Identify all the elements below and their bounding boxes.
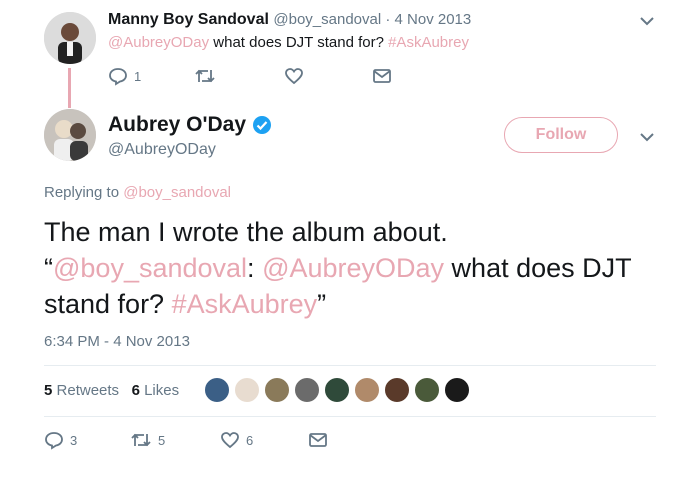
avatar-manny-boy-sandoval[interactable] — [44, 12, 96, 64]
avatar-photo-icon — [44, 109, 96, 161]
avatar-aubrey-oday[interactable] — [44, 109, 96, 161]
chevron-down-icon[interactable] — [638, 128, 656, 146]
close-quote: ” — [317, 289, 327, 319]
reply-button[interactable]: 3 — [44, 430, 77, 450]
reply-actions-bar: 1 — [108, 66, 408, 88]
replying-to-link[interactable]: @boy_sandoval — [123, 184, 231, 201]
tweet-colon: : — [247, 253, 263, 283]
thread-connector-line — [68, 68, 71, 108]
reply-count: 1 — [134, 68, 142, 84]
reply-mention-link[interactable]: @AubreyODay — [108, 34, 209, 51]
retweets-label: Retweets — [56, 382, 120, 399]
tweet-mention-aubreyoday[interactable]: @AubreyODay — [262, 253, 444, 283]
reply-icon — [45, 432, 63, 450]
replying-to: Replying to @boy_sandoval — [44, 184, 231, 201]
likers-avatars — [204, 377, 470, 403]
reply-icon — [109, 68, 127, 86]
chevron-down-icon[interactable] — [638, 12, 656, 30]
retweet-button[interactable]: 5 — [130, 430, 165, 450]
retweet-icon — [195, 69, 215, 83]
liker-avatar[interactable] — [324, 377, 350, 403]
main-handle[interactable]: @AubreyODay — [108, 141, 216, 159]
reply-button[interactable]: 1 — [108, 66, 141, 86]
liker-avatar[interactable] — [414, 377, 440, 403]
main-author-name[interactable]: Aubrey O'Day — [108, 113, 246, 137]
liker-avatar[interactable] — [264, 377, 290, 403]
open-quote: “ — [44, 253, 53, 283]
tweet-text: The man I wrote the album about. “@boy_s… — [44, 214, 654, 322]
retweet-count: 5 — [158, 432, 166, 448]
main-author: Aubrey O'Day — [108, 113, 272, 137]
envelope-icon — [309, 433, 327, 447]
retweet-icon — [131, 433, 151, 447]
verified-badge-icon — [253, 116, 272, 134]
follow-button[interactable]: Follow — [504, 117, 618, 153]
heart-icon — [221, 432, 239, 449]
liker-avatar[interactable] — [384, 377, 410, 403]
reply-hashtag-link[interactable]: #AskAubrey — [388, 34, 469, 51]
like-button[interactable] — [284, 66, 304, 86]
reply-body-text: what does DJT stand for? — [209, 34, 389, 51]
main-actions-bar: 3 5 6 — [44, 428, 364, 454]
tweet-line1: The man I wrote the album about. — [44, 217, 448, 247]
like-count: 6 — [246, 432, 254, 448]
envelope-icon — [373, 69, 391, 83]
liker-avatar[interactable] — [354, 377, 380, 403]
liker-avatar[interactable] — [204, 377, 230, 403]
reply-count: 3 — [70, 432, 78, 448]
replying-to-prefix: Replying to — [44, 184, 124, 201]
reply-handle-time: @boy_sandoval · 4 Nov 2013 — [273, 11, 472, 28]
retweets-stat[interactable]: 5 Retweets — [44, 382, 119, 399]
likes-count: 6 — [131, 382, 140, 399]
liker-avatar[interactable] — [234, 377, 260, 403]
avatar-photo-icon — [44, 12, 96, 64]
engagement-stats: 5 Retweets 6 Likes — [44, 382, 179, 399]
likes-stat[interactable]: 6 Likes — [132, 382, 180, 399]
direct-message-button[interactable] — [308, 430, 328, 450]
tweet-timestamp[interactable]: 6:34 PM - 4 Nov 2013 — [44, 333, 190, 350]
tweet-hashtag-link[interactable]: #AskAubrey — [172, 289, 318, 319]
reply-text: @AubreyODay what does DJT stand for? #As… — [108, 34, 469, 51]
likes-label: Likes — [144, 382, 180, 399]
divider-top — [44, 365, 656, 366]
direct-message-button[interactable] — [372, 66, 392, 86]
retweet-button[interactable] — [194, 66, 216, 86]
heart-icon — [285, 68, 303, 85]
tweet-mention-boy-sandoval[interactable]: @boy_sandoval — [53, 253, 247, 283]
liker-avatar[interactable] — [294, 377, 320, 403]
reply-author-name[interactable]: Manny Boy Sandoval — [108, 11, 269, 28]
reply-author: Manny Boy Sandoval @boy_sandoval · 4 Nov… — [108, 11, 471, 29]
liker-avatar[interactable] — [444, 377, 470, 403]
like-button[interactable]: 6 — [220, 430, 253, 450]
divider-bottom — [44, 416, 656, 417]
retweets-count: 5 — [44, 382, 53, 399]
